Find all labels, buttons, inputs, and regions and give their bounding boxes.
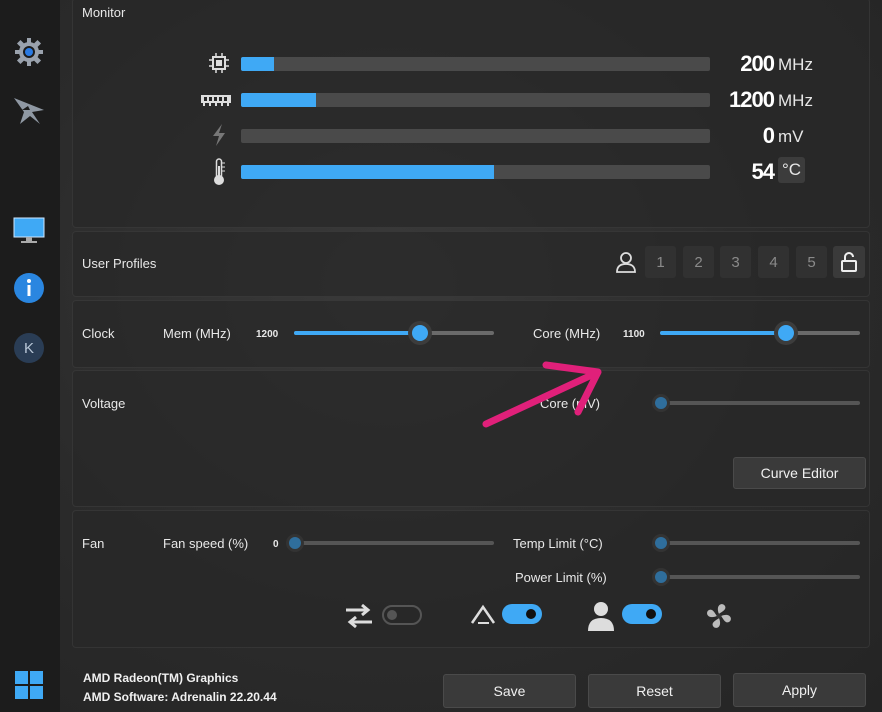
- memory-icon: [198, 89, 234, 111]
- sync-toggle[interactable]: [382, 605, 422, 625]
- temperature-value: 54: [751, 159, 775, 184]
- lightning-icon: [205, 124, 233, 146]
- power-limit-label: Power Limit (%): [515, 570, 607, 585]
- mem-clock-slider[interactable]: [294, 325, 494, 341]
- windows-start-icon[interactable]: [10, 666, 48, 704]
- voltage-bar: [241, 129, 710, 143]
- core-clock-bar: [241, 57, 710, 71]
- fan-panel: [72, 510, 870, 648]
- thermometer-icon: [205, 157, 233, 187]
- memory-clock-bar: [241, 93, 710, 107]
- profile-slot-4-button[interactable]: 4: [758, 246, 789, 278]
- profile-slot-2-button[interactable]: 2: [683, 246, 714, 278]
- core-voltage-slider[interactable]: [655, 397, 860, 409]
- profile-slot-1-button[interactable]: 1: [645, 246, 676, 278]
- power-limit-slider[interactable]: [655, 571, 860, 583]
- apply-button[interactable]: Apply: [733, 673, 866, 707]
- save-button[interactable]: Save: [443, 674, 576, 708]
- user-profiles-title: User Profiles: [82, 256, 157, 271]
- info-icon[interactable]: [10, 269, 48, 307]
- temp-limit-label: Temp Limit (°C): [513, 536, 603, 551]
- afterburner-plane-icon[interactable]: [10, 92, 48, 130]
- core-voltage-label: Core (mV): [540, 396, 600, 411]
- temperature-bar: [241, 165, 710, 179]
- voltage-value: 0: [762, 123, 775, 148]
- gpu-name: AMD Radeon(TM) Graphics: [83, 671, 239, 685]
- voltage-title: Voltage: [82, 396, 126, 411]
- fan-speed-label: Fan speed (%): [163, 536, 249, 551]
- temp-limit-slider[interactable]: [655, 537, 860, 549]
- monitor-display-icon[interactable]: [10, 211, 48, 249]
- unlock-icon[interactable]: [833, 246, 865, 278]
- user-mode-toggle[interactable]: [622, 604, 662, 624]
- temperature-unit-toggle[interactable]: °C: [778, 157, 806, 183]
- auto-mode-icon: [470, 604, 496, 626]
- voltage-unit: mV: [778, 127, 804, 146]
- fan-speed-slider[interactable]: [289, 537, 494, 549]
- k-profile-icon[interactable]: K: [10, 329, 48, 367]
- monitor-title: Monitor: [82, 5, 126, 20]
- auto-mode-toggle[interactable]: [502, 604, 542, 624]
- memory-clock-value: 1200: [729, 87, 775, 112]
- sync-arrows-icon: [344, 602, 374, 630]
- core-clock-label: Core (MHz): [533, 326, 601, 341]
- mem-clock-label: Mem (MHz): [163, 326, 231, 341]
- user-mode-icon: [586, 600, 616, 632]
- sidebar: K: [0, 0, 60, 712]
- mem-clock-value: 1200: [256, 329, 279, 340]
- settings-gear-icon[interactable]: [10, 33, 48, 71]
- fan-icon[interactable]: [703, 600, 735, 632]
- profile-slot-3-button[interactable]: 3: [720, 246, 751, 278]
- monitor-panel: [72, 0, 870, 228]
- chip-icon: [205, 52, 233, 74]
- core-clock-setting-value: 1100: [623, 329, 645, 340]
- core-clock-unit: MHz: [778, 55, 813, 74]
- fan-speed-value: 0: [273, 539, 279, 550]
- profile-slot-5-button[interactable]: 5: [796, 246, 827, 278]
- curve-editor-button[interactable]: Curve Editor: [733, 457, 866, 489]
- software-version: AMD Software: Adrenalin 22.20.44: [83, 690, 277, 704]
- svg-text:K: K: [24, 340, 34, 357]
- reset-button[interactable]: Reset: [588, 674, 721, 708]
- core-clock-slider[interactable]: [660, 325, 860, 341]
- user-profile-icon: [614, 250, 638, 274]
- fan-title: Fan: [82, 536, 105, 551]
- core-clock-value: 200: [740, 51, 775, 76]
- clock-title: Clock: [82, 326, 115, 341]
- memory-clock-unit: MHz: [778, 91, 813, 110]
